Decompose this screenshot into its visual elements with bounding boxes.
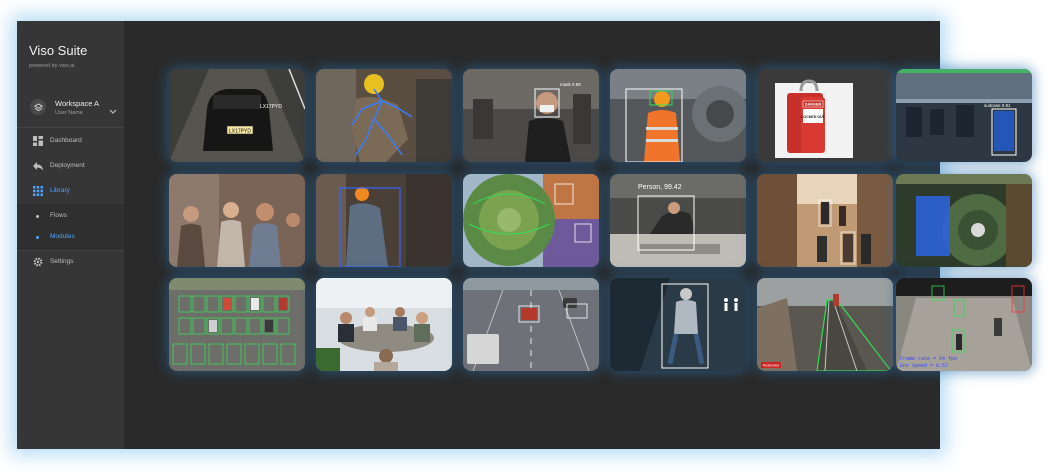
bullet — [36, 215, 39, 218]
library-submenu: Flows Modules — [17, 204, 124, 250]
sidebar: Viso Suite powered by viso.ai Workspace … — [17, 21, 124, 449]
nav-dashboard[interactable]: Dashboard — [17, 131, 124, 151]
module-tile-fisheye-tracking[interactable] — [463, 174, 599, 267]
nav-deployment[interactable]: Deployment — [17, 156, 124, 176]
danger-sign: DANGER — [805, 103, 822, 107]
nav-library-label: Library — [50, 187, 70, 194]
plate-detection-label: LX17PYD — [260, 104, 282, 110]
module-tile-ppe-detection[interactable] — [610, 69, 746, 162]
module-tile-person-detection[interactable]: Person, 99.42 — [610, 174, 746, 267]
module-tile-pose-estimation[interactable] — [316, 69, 452, 162]
divider — [17, 250, 124, 251]
divider — [17, 127, 124, 128]
module-tile-equipment-segmentation[interactable] — [896, 174, 1032, 267]
locked-out-sign: LOCKED OUT — [801, 115, 826, 119]
gear-icon — [33, 257, 43, 267]
person-label: Person, 99.42 — [638, 184, 682, 191]
module-tile-railway-zone[interactable]: Restricted — [757, 278, 893, 371]
frame-rate-label: Frame rate = 54 fps — [900, 356, 957, 362]
nav-flows[interactable]: Flows — [17, 207, 124, 225]
module-tile-vehicle-tracking[interactable] — [463, 278, 599, 371]
nav-settings[interactable]: Settings — [17, 252, 124, 272]
env-speed-label: Env Speed = 0.57 — [900, 363, 948, 369]
nav-settings-label: Settings — [50, 258, 74, 265]
layers-icon — [30, 99, 46, 115]
module-tile-license-plate[interactable]: LX17PYD LX17PYD — [169, 69, 305, 162]
nav-modules[interactable]: Modules — [17, 228, 124, 246]
chevron-down-icon — [109, 102, 117, 120]
module-tile-meeting-room[interactable] — [316, 278, 452, 371]
nav-modules-label: Modules — [50, 233, 75, 240]
luggage-label: suitcase 0.91 — [984, 103, 1011, 108]
nav-flows-label: Flows — [50, 212, 67, 219]
module-tile-pedestrian-detection[interactable] — [610, 278, 746, 371]
mask-label: mask 0.89 — [560, 82, 581, 87]
nav-library[interactable]: Library — [17, 181, 124, 201]
nav-deployment-label: Deployment — [50, 162, 85, 169]
workspace-selector[interactable]: Workspace A User Name — [17, 93, 124, 123]
plate-text: LX17PYD — [229, 129, 251, 135]
restricted-label: Restricted — [763, 364, 779, 368]
dashboard-icon — [33, 136, 43, 146]
bullet — [36, 236, 39, 239]
grid-icon — [33, 186, 43, 196]
module-tile-crowd-tracking[interactable] — [757, 174, 893, 267]
brand-subtitle: powered by viso.ai — [29, 63, 75, 69]
module-tile-lockout-tagout[interactable]: DANGER LOCKED OUT — [757, 69, 893, 162]
reply-icon — [33, 162, 43, 171]
workspace-name: Workspace A — [55, 99, 100, 108]
module-grid: LX17PYD LX17PYD mask 0.89 DANGER LOCKED … — [169, 69, 1033, 371]
workspace-user: User Name — [55, 110, 83, 116]
module-tile-luggage-detection[interactable]: suitcase 0.91 — [896, 69, 1032, 162]
brand-title: Viso Suite — [29, 43, 88, 58]
nav-dashboard-label: Dashboard — [50, 137, 82, 144]
module-tile-people-counting[interactable] — [169, 174, 305, 267]
module-tile-crowd-analytics[interactable]: Frame rate = 54 fps Env Speed = 0.57 — [896, 278, 1032, 371]
module-tile-parking-occupancy[interactable] — [169, 278, 305, 371]
module-tile-mask-detection[interactable]: mask 0.89 — [463, 69, 599, 162]
module-tile-worker-detection[interactable] — [316, 174, 452, 267]
